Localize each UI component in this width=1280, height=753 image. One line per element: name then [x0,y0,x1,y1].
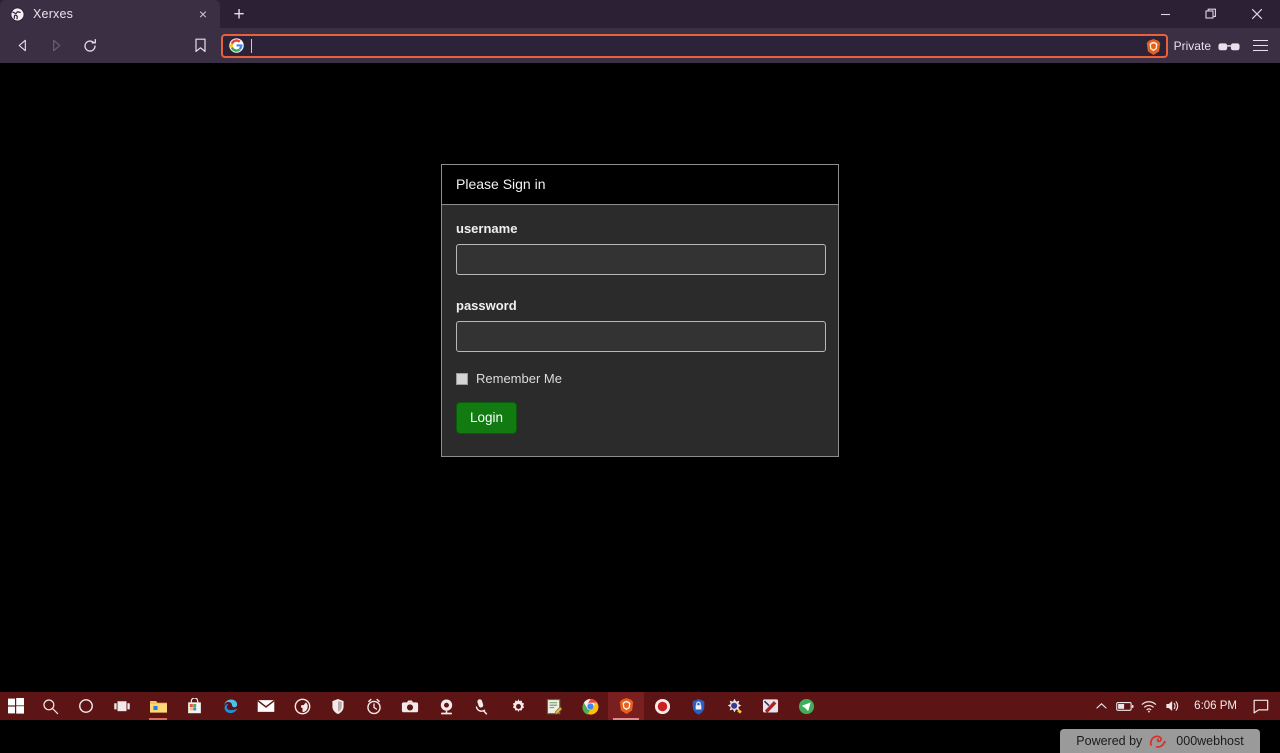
camera-button[interactable] [392,692,428,720]
restore-button[interactable] [1188,0,1234,28]
reload-icon[interactable] [73,31,107,61]
settings-button[interactable] [500,692,536,720]
login-panel-header: Please Sign in [442,165,838,205]
login-panel: Please Sign in username password Remembe… [441,164,839,457]
paint-button[interactable] [752,692,788,720]
password-label: password [456,298,517,313]
brave-button[interactable] [608,692,644,720]
bookmark-icon[interactable] [183,31,217,61]
windows-taskbar: 6:06 PM [0,692,1280,720]
cortana-button[interactable] [68,692,104,720]
new-tab-button[interactable]: + [226,1,252,27]
record-button[interactable] [644,692,680,720]
chevron-up-icon[interactable] [1089,692,1113,720]
close-icon[interactable]: × [194,5,212,23]
remember-me-row[interactable]: Remember Me [456,371,824,386]
powered-by-label: Powered by [1076,734,1143,748]
battery-icon[interactable] [1113,692,1137,720]
browser-toolbar: Private [0,28,1280,63]
address-bar[interactable] [221,33,1168,58]
clock[interactable]: 6:06 PM [1185,700,1246,712]
edge-button[interactable] [212,692,248,720]
microsoft-store-button[interactable] [176,692,212,720]
forward-arrow-icon[interactable] [39,31,73,61]
password-input[interactable] [456,321,826,352]
google-g-icon [229,38,244,53]
webcam-button[interactable] [428,692,464,720]
back-arrow-icon[interactable] [5,31,39,61]
wifi-icon[interactable] [1137,692,1161,720]
speech-bubble-icon[interactable] [1246,692,1276,720]
remember-me-checkbox[interactable] [456,372,468,385]
webhost-brand-label: 000webhost [1176,734,1244,748]
browser-window: Xerxes × + Private Please Sign in userna… [0,0,1280,753]
minimize-button[interactable] [1142,0,1188,28]
telegram-button[interactable] [788,692,824,720]
security-button[interactable] [320,692,356,720]
remember-me-label: Remember Me [476,371,562,386]
task-view-button[interactable] [104,692,140,720]
close-button[interactable] [1234,0,1280,28]
text-cursor [251,38,252,53]
login-form: username password Remember Me Login [442,205,838,456]
powered-by-badge[interactable]: Powered by 000webhost [1060,729,1260,753]
file-explorer-button[interactable] [140,692,176,720]
system-tray: 6:06 PM [1089,692,1280,720]
brave-lion-icon[interactable] [1145,38,1162,56]
start-button[interactable] [0,692,32,720]
username-input[interactable] [456,244,826,275]
private-mode-indicator: Private [1174,39,1240,53]
notepad-button[interactable] [536,692,572,720]
alarms-button[interactable] [356,692,392,720]
speaker-icon[interactable] [1161,692,1185,720]
tab-xerxes[interactable]: Xerxes × [0,0,220,28]
sd-tool-button[interactable] [716,692,752,720]
000webhost-swirl-icon [1148,733,1170,749]
search-button[interactable] [32,692,68,720]
login-button[interactable]: Login [456,402,518,434]
voice-recorder-button[interactable] [464,692,500,720]
media-player-button[interactable] [284,692,320,720]
vpn-button[interactable] [680,692,716,720]
globe-icon [10,6,25,22]
page-viewport: Please Sign in username password Remembe… [0,63,1280,753]
chrome-button[interactable] [572,692,608,720]
hamburger-menu-icon[interactable] [1248,33,1272,59]
tab-title: Xerxes [33,7,74,21]
mail-button[interactable] [248,692,284,720]
tab-strip: Xerxes × + [0,0,1280,28]
username-label: username [456,221,518,236]
window-controls [1142,0,1280,28]
private-label: Private [1173,38,1211,53]
sunglasses-icon [1218,41,1240,51]
